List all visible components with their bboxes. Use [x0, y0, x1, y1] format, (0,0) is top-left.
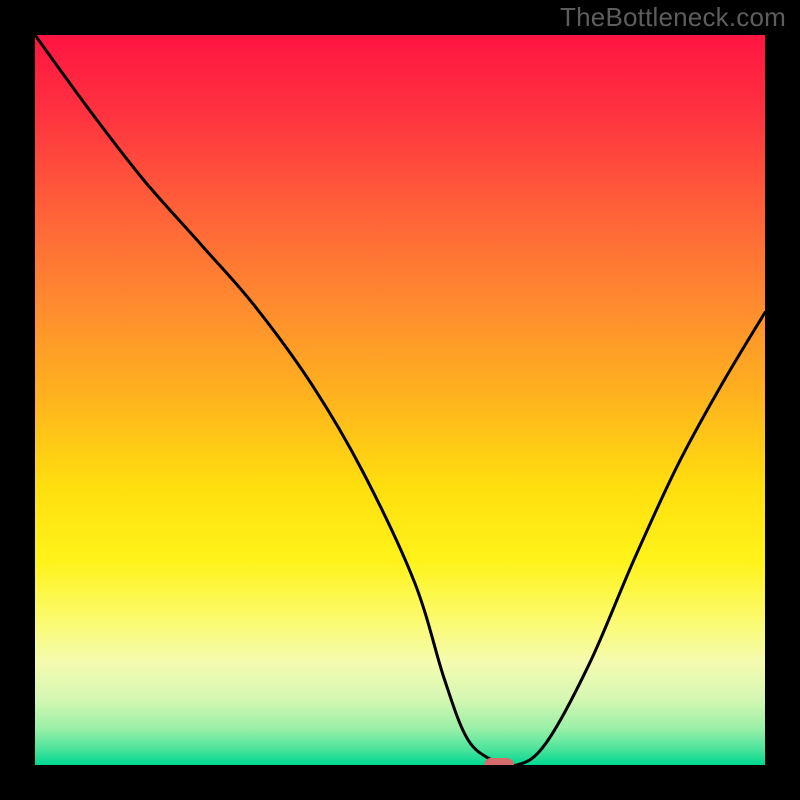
plot-area	[35, 35, 765, 765]
watermark-text: TheBottleneck.com	[560, 2, 786, 33]
optimal-marker	[484, 758, 514, 765]
chart-frame: TheBottleneck.com	[0, 0, 800, 800]
curve-layer	[35, 35, 765, 765]
bottleneck-curve	[35, 35, 765, 765]
